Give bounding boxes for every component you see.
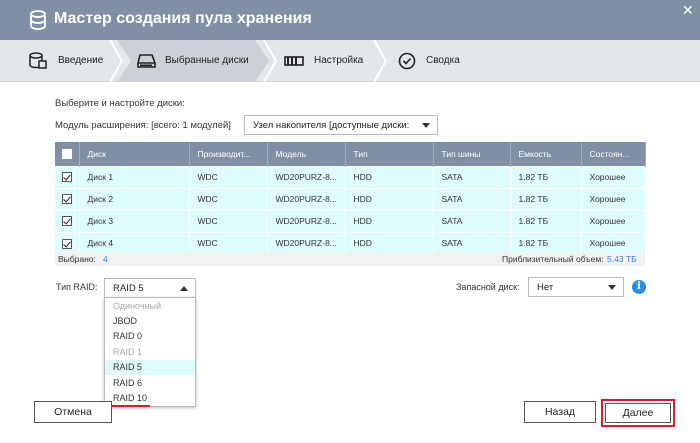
vendor-cell: WDC [189,165,268,188]
settings-strip-icon [284,56,304,66]
bus-cell: SATA [433,165,511,188]
disk-table: Диск Производит... Модель Тип Тип шины Е… [55,142,646,254]
next-button[interactable]: Далее [605,403,671,423]
step-selected-disks: Выбранные диски [120,40,265,82]
status-cell: Хорошее [581,187,646,210]
raid-type-value: RAID 5 [113,283,144,294]
disk-cell: Диск 1 [79,165,190,188]
checkbox-icon[interactable] [61,238,72,249]
close-icon[interactable]: ✕ [682,3,694,17]
table-row[interactable]: Диск 3 WDC WD20PURZ-8... HDD SATA 1.82 Т… [55,209,646,232]
vendor-cell: WDC [189,187,268,210]
table-row[interactable]: Диск 4 WDC WD20PURZ-8... HDD SATA 1.82 Т… [55,231,646,254]
column-header[interactable]: Тип шины [433,142,511,166]
step-settings: Настройка [278,40,373,82]
table-row[interactable]: Диск 1 WDC WD20PURZ-8... HDD SATA 1.82 Т… [55,165,646,188]
database-icon [29,52,47,69]
bus-cell: SATA [433,187,511,210]
vendor-cell: WDC [189,209,268,232]
raid-type-label: Тип RAID: [56,282,98,292]
raid-option[interactable]: JBOD [105,314,195,329]
spare-disk-select[interactable]: Нет [528,277,624,297]
capacity-cell: 1.82 ТБ [510,209,582,232]
bus-cell: SATA [433,209,511,232]
step-separator [373,40,388,82]
raid-type-dropdown: Одиночный JBOD RAID 0 RAID 1 RAID 5 RAID… [104,297,196,407]
disk-cell: Диск 3 [79,209,190,232]
table-footer: Выбрано: 4 Приблизительный объем: 5.43 Т… [55,252,645,266]
spare-disk-value: Нет [537,282,554,293]
status-cell: Хорошее [581,231,646,254]
chevron-down-icon [422,123,430,128]
chevron-down-icon [608,285,616,290]
row-checkbox-cell[interactable] [55,165,80,188]
table-header-row: Диск Производит... Модель Тип Тип шины Е… [55,142,646,166]
selected-count: 4 [103,254,108,264]
bus-cell: SATA [433,231,511,254]
step-summary: Сводка [390,40,490,82]
model-cell: WD20PURZ-8... [267,165,346,188]
column-header[interactable]: Модель [267,142,346,166]
selected-label: Выбрано: [58,254,96,264]
type-cell: HDD [345,187,434,210]
raid-option: Одиночный [113,301,162,311]
window-title: Мастер создания пула хранения [54,10,312,27]
capacity-cell: 1.82 ТБ [510,165,582,188]
model-cell: WD20PURZ-8... [267,209,346,232]
approx-capacity-value: 5.43 ТБ [607,254,637,264]
status-cell: Хорошее [581,165,646,188]
database-icon [30,10,46,30]
table-row[interactable]: Диск 2 WDC WD20PURZ-8... HDD SATA 1.82 Т… [55,187,646,210]
column-header[interactable]: Емкость [510,142,582,166]
disk-drive-icon [137,54,156,68]
check-circle-icon [398,52,416,70]
capacity-cell: 1.82 ТБ [510,187,582,210]
type-cell: HDD [345,165,434,188]
instruction-text: Выберите и настройте диски: [55,98,185,109]
checkbox-icon[interactable] [61,194,72,205]
back-button[interactable]: Назад [524,401,596,423]
chevron-up-icon [180,286,188,291]
row-checkbox-cell[interactable] [55,209,80,232]
capacity-cell: 1.82 ТБ [510,231,582,254]
column-header[interactable]: Тип [345,142,434,166]
row-checkbox-cell[interactable] [55,187,80,210]
step-label: Выбранные диски [165,55,249,66]
title-bar: Мастер создания пула хранения ✕ [0,0,700,40]
expansion-label: Модуль расширения: [всего: 1 модулей] [55,120,231,131]
model-cell: WD20PURZ-8... [267,231,346,254]
expansion-unit-select[interactable]: Узел накопителя [доступные диски: [244,115,438,135]
info-icon[interactable]: i [632,280,646,294]
type-cell: HDD [345,209,434,232]
spare-disk-label: Запасной диск: [456,282,520,292]
checkbox-icon[interactable] [61,216,72,227]
select-all-checkbox[interactable] [55,142,80,166]
raid-option: RAID 1 [113,347,143,357]
raid-option[interactable]: RAID 10 [105,391,195,406]
type-cell: HDD [345,231,434,254]
step-label: Сводка [426,55,460,66]
row-checkbox-cell[interactable] [55,231,80,254]
step-intro: Введение [0,40,110,82]
checkbox-icon[interactable] [61,149,72,160]
status-cell: Хорошее [581,209,646,232]
step-label: Введение [58,55,104,66]
vendor-cell: WDC [189,231,268,254]
approx-capacity-label: Приблизительный объем: [502,254,604,264]
raid-option[interactable]: RAID 6 [105,376,195,391]
raid-option[interactable]: RAID 5 [105,360,195,375]
step-label: Настройка [314,55,364,66]
raid-type-select[interactable]: RAID 5 [104,278,196,298]
column-header[interactable]: Состоян... [581,142,646,166]
column-header[interactable]: Диск [79,142,190,166]
expansion-unit-value: Узел накопителя [доступные диски: [253,120,410,131]
disk-cell: Диск 2 [79,187,190,210]
column-header[interactable]: Производит... [189,142,268,166]
disk-cell: Диск 4 [79,231,190,254]
raid-option[interactable]: RAID 0 [105,329,195,344]
model-cell: WD20PURZ-8... [267,187,346,210]
raid10-highlight-underline [110,405,150,407]
checkbox-icon[interactable] [61,172,72,183]
cancel-button[interactable]: Отмена [34,401,112,423]
